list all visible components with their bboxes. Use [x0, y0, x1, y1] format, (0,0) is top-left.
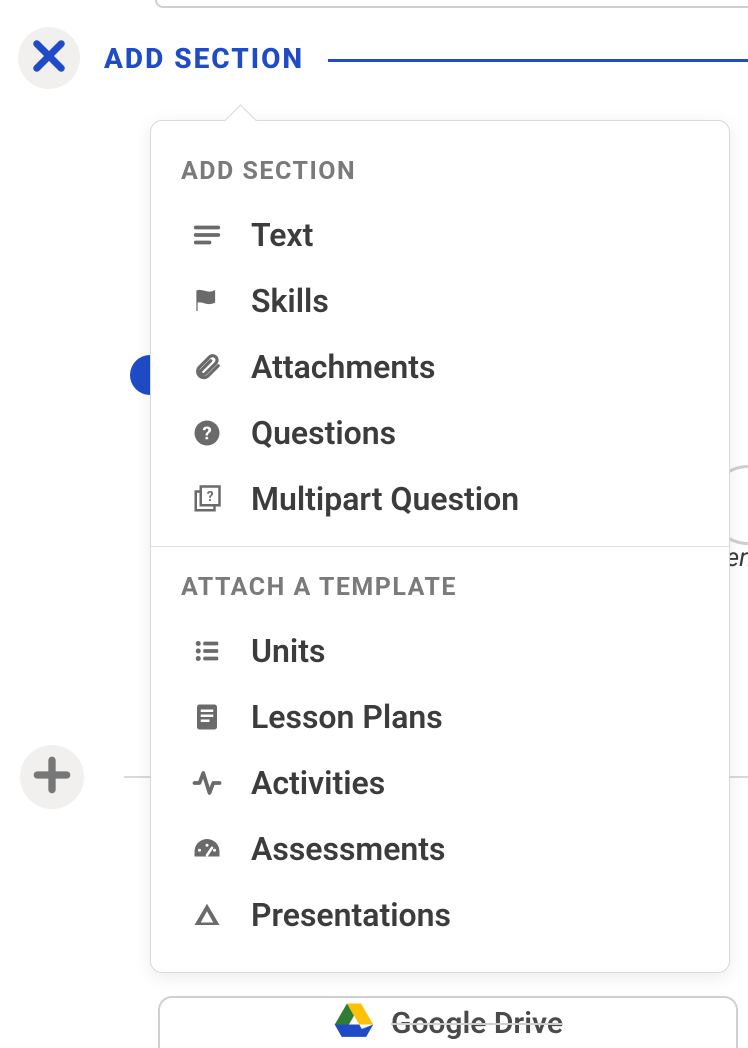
add-section-header: ADD SECTION: [18, 26, 748, 90]
activity-icon: [191, 767, 223, 799]
menu-item-label: Skills: [251, 282, 329, 320]
menu-item-label: Multipart Question: [251, 480, 519, 518]
menu-item-activities[interactable]: Activities: [151, 750, 729, 816]
menu-item-multipart[interactable]: ? Multipart Question: [151, 466, 729, 532]
svg-text:?: ?: [207, 489, 214, 505]
menu-item-label: Lesson Plans: [251, 698, 443, 736]
menu-item-label: Questions: [251, 414, 396, 452]
menu-item-label: Units: [251, 632, 325, 670]
menu-item-lesson-plans[interactable]: Lesson Plans: [151, 684, 729, 750]
add-section-popover: ADD SECTION Text Skills Attachments: [150, 120, 730, 973]
menu-item-units[interactable]: Units: [151, 618, 729, 684]
menu-item-questions[interactable]: ? Questions: [151, 400, 729, 466]
list-icon: [191, 635, 223, 667]
header-rule: [328, 59, 748, 62]
close-button[interactable]: [18, 27, 80, 89]
menu-item-text[interactable]: Text: [151, 202, 729, 268]
google-drive-button[interactable]: Google Drive: [158, 996, 738, 1048]
menu-item-label: Attachments: [251, 348, 435, 386]
google-drive-icon: [333, 1000, 375, 1046]
flag-icon: [191, 285, 223, 317]
menu-item-attachments[interactable]: Attachments: [151, 334, 729, 400]
gauge-icon: [191, 833, 223, 865]
menu-item-skills[interactable]: Skills: [151, 268, 729, 334]
plus-icon: [30, 753, 74, 801]
menu-item-label: Text: [251, 216, 313, 254]
menu-item-presentations[interactable]: Presentations: [151, 882, 729, 948]
menu-item-assessments[interactable]: Assessments: [151, 816, 729, 882]
close-icon: [28, 35, 70, 81]
paperclip-icon: [191, 351, 223, 383]
menu-item-label: Assessments: [251, 830, 445, 868]
document-icon: [191, 701, 223, 733]
menu-item-label: Presentations: [251, 896, 451, 934]
drive-triangle-icon: [191, 899, 223, 931]
add-button-secondary[interactable]: [20, 745, 84, 809]
header-title[interactable]: ADD SECTION: [104, 42, 304, 75]
popover-heading-add: ADD SECTION: [151, 149, 729, 202]
question-circle-icon: ?: [191, 417, 223, 449]
multipart-icon: ?: [191, 483, 223, 515]
top-input-outline: [155, 0, 748, 8]
google-drive-label: Google Drive: [391, 1006, 563, 1041]
popover-divider: [151, 546, 729, 547]
svg-text:?: ?: [202, 422, 211, 444]
popover-heading-template: ATTACH A TEMPLATE: [151, 565, 729, 618]
menu-item-label: Activities: [251, 764, 385, 802]
text-lines-icon: [191, 219, 223, 251]
